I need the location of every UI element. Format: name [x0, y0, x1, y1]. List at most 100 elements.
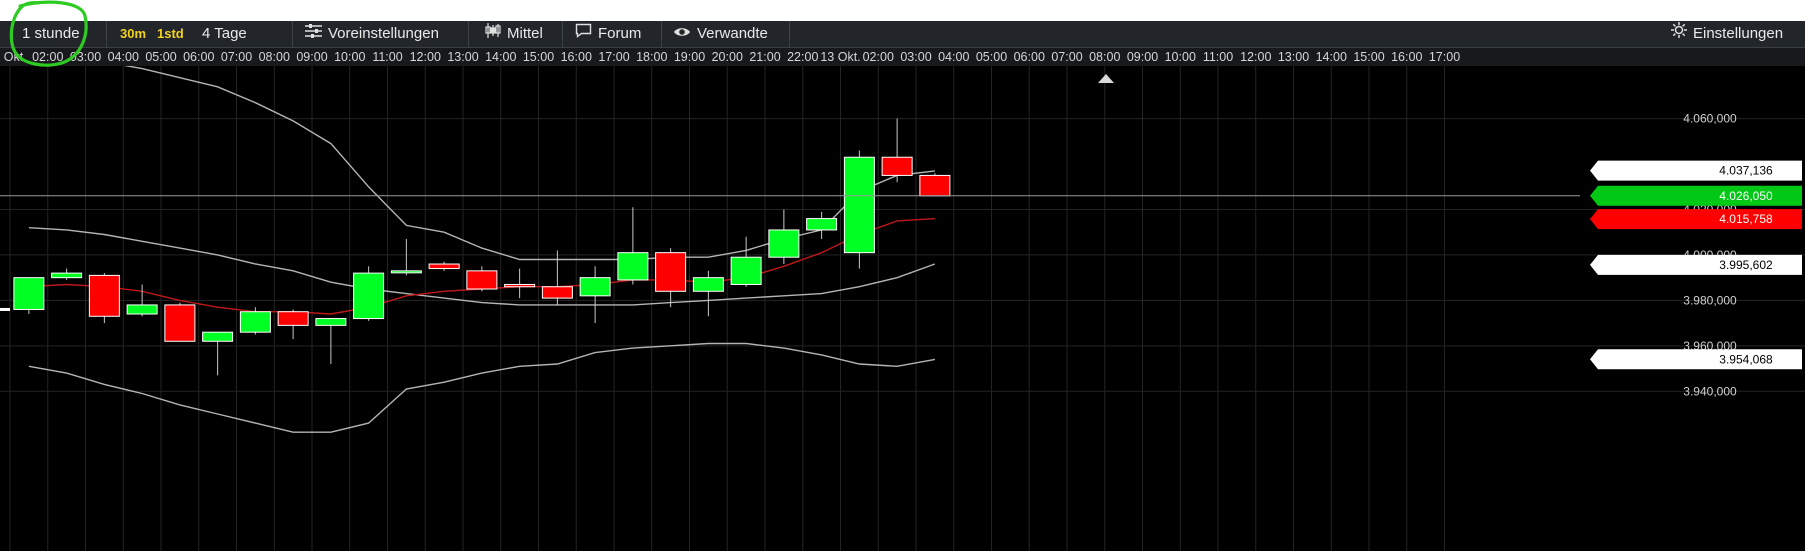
range-4tage-label: 4 Tage [202, 25, 247, 42]
interval-30m-button[interactable]: 30m [120, 21, 146, 47]
candle-body [730, 256, 762, 285]
candle-body [806, 218, 838, 231]
time-axis: 0 Okt.02:0003:0004:0005:0006:0007:0008:0… [0, 48, 1805, 66]
time-tick-label: 20:00 [712, 50, 743, 64]
time-tick-label: 04:00 [108, 50, 139, 64]
time-tick-label: 14:00 [1316, 50, 1347, 64]
annotation-circle [9, 0, 88, 67]
time-tick-label: 19:00 [674, 50, 705, 64]
time-tick-label: 15:00 [1353, 50, 1384, 64]
candle-body [315, 318, 347, 326]
last-price-badge-text: 4.026,050 [1719, 189, 1773, 203]
time-tick-label: 11:00 [1203, 50, 1233, 64]
settings-label: Einstellungen [1693, 25, 1784, 42]
candle-body [88, 274, 120, 317]
time-tick-label: 08:00 [259, 50, 290, 64]
settings-button[interactable]: Einstellungen [1671, 21, 1783, 47]
time-tick-label: 06:00 [1014, 50, 1045, 64]
average-label: Mittel [507, 25, 543, 42]
candle-body [353, 272, 385, 320]
average-button[interactable]: Mittel [485, 21, 563, 47]
candle-body [843, 156, 875, 254]
time-tick-label: 04:00 [938, 50, 969, 64]
candle-body [13, 277, 45, 310]
candle-body [390, 270, 422, 274]
time-tick-label: 15:00 [523, 50, 554, 64]
time-tick-label: 13:00 [1278, 50, 1309, 64]
time-tick-label: 16:00 [1391, 50, 1422, 64]
sliders-icon [305, 21, 322, 47]
price-tick-label: 4.060,000 [1683, 112, 1737, 126]
candle-body [655, 252, 687, 292]
related-label: Verwandte [697, 25, 768, 42]
current-time-marker-icon [1098, 74, 1114, 83]
price-tick-label: 3.940,000 [1683, 384, 1737, 398]
eye-icon [673, 21, 691, 47]
time-tick-label: 13 Okt. [820, 50, 860, 64]
candle-body [919, 174, 951, 197]
time-tick-label: 10:00 [1165, 50, 1196, 64]
forum-button[interactable]: Forum [575, 21, 662, 47]
time-tick-label: 07:00 [1051, 50, 1082, 64]
related-button[interactable]: Verwandte [673, 21, 790, 47]
range-4tage-button[interactable]: 4 Tage [194, 21, 293, 47]
upper-band-price-badge: 4.037,136 [1590, 160, 1802, 181]
presets-button[interactable]: Voreinstellungen [305, 21, 469, 47]
time-tick-label: 08:00 [1089, 50, 1120, 64]
middle-band-price-badge-text: 3.995,602 [1719, 258, 1773, 272]
candle-body [881, 156, 913, 176]
time-tick-label: 07:00 [221, 50, 252, 64]
time-tick-label: 21:00 [749, 50, 780, 64]
candle-body [202, 331, 234, 342]
time-tick-label: 12:00 [410, 50, 441, 64]
speech-bubble-icon [575, 21, 592, 47]
time-tick-label: 22:00 [787, 50, 818, 64]
upper-band-price-badge-text: 4.037,136 [1719, 164, 1773, 178]
candle-body [617, 252, 649, 281]
time-tick-label: 10:00 [334, 50, 365, 64]
candle-body [541, 286, 573, 299]
time-tick-label: 16:00 [561, 50, 592, 64]
candle-body [692, 277, 724, 292]
lower-band-price-badge: 3.954,068 [1590, 349, 1802, 370]
candle-body [239, 311, 271, 333]
time-tick-label: 11:00 [372, 50, 402, 64]
price-chart[interactable]: 4.060,0004.020,0004.000,0003.980,0003.96… [0, 66, 1805, 551]
candle-body [277, 311, 309, 326]
presets-label: Voreinstellungen [328, 25, 439, 42]
candle-body [126, 304, 158, 315]
candle-body [768, 229, 800, 258]
time-axis-labels: 0 Okt.02:0003:0004:0005:0006:0007:0008:0… [0, 50, 1460, 64]
top-strip [0, 0, 1805, 21]
candle-body [51, 272, 83, 279]
time-tick-label: 13:00 [447, 50, 478, 64]
time-tick-label: 17:00 [598, 50, 629, 64]
chart-toolbar: 1 stunde 30m 1std 4 Tage Voreinstellunge… [0, 21, 1805, 48]
moving-average-price-badge-text: 4.015,758 [1719, 212, 1773, 226]
time-tick-label: 14:00 [485, 50, 516, 64]
forum-label: Forum [598, 25, 642, 42]
time-tick-label: 18:00 [636, 50, 667, 64]
candle-body [466, 270, 498, 290]
time-tick-label: 02:00 [863, 50, 894, 64]
candle-body [579, 277, 611, 297]
time-tick-label: 09:00 [296, 50, 327, 64]
candle-body [428, 263, 460, 270]
time-tick-label: 05:00 [145, 50, 176, 64]
price-axis: 4.060,0004.020,0004.000,0003.980,0003.96… [1590, 112, 1802, 398]
time-tick-label: 17:00 [1429, 50, 1460, 64]
candle-body [504, 283, 536, 288]
last-price-badge: 4.026,050 [1590, 185, 1802, 206]
price-tick-label: 3.980,000 [1683, 293, 1737, 307]
gear-icon [1671, 21, 1687, 47]
candlesticks [13, 118, 951, 376]
time-tick-label: 09:00 [1127, 50, 1158, 64]
lower-band-line [28, 342, 936, 433]
time-tick-label: 06:00 [183, 50, 214, 64]
chart-grid [0, 66, 1805, 551]
time-tick-label: 05:00 [976, 50, 1007, 64]
interval-1std-button[interactable]: 1std [157, 21, 184, 47]
candle-body [164, 304, 196, 342]
middle-band-price-badge: 3.995,602 [1590, 254, 1802, 275]
moving-average-price-badge: 4.015,758 [1590, 209, 1802, 230]
